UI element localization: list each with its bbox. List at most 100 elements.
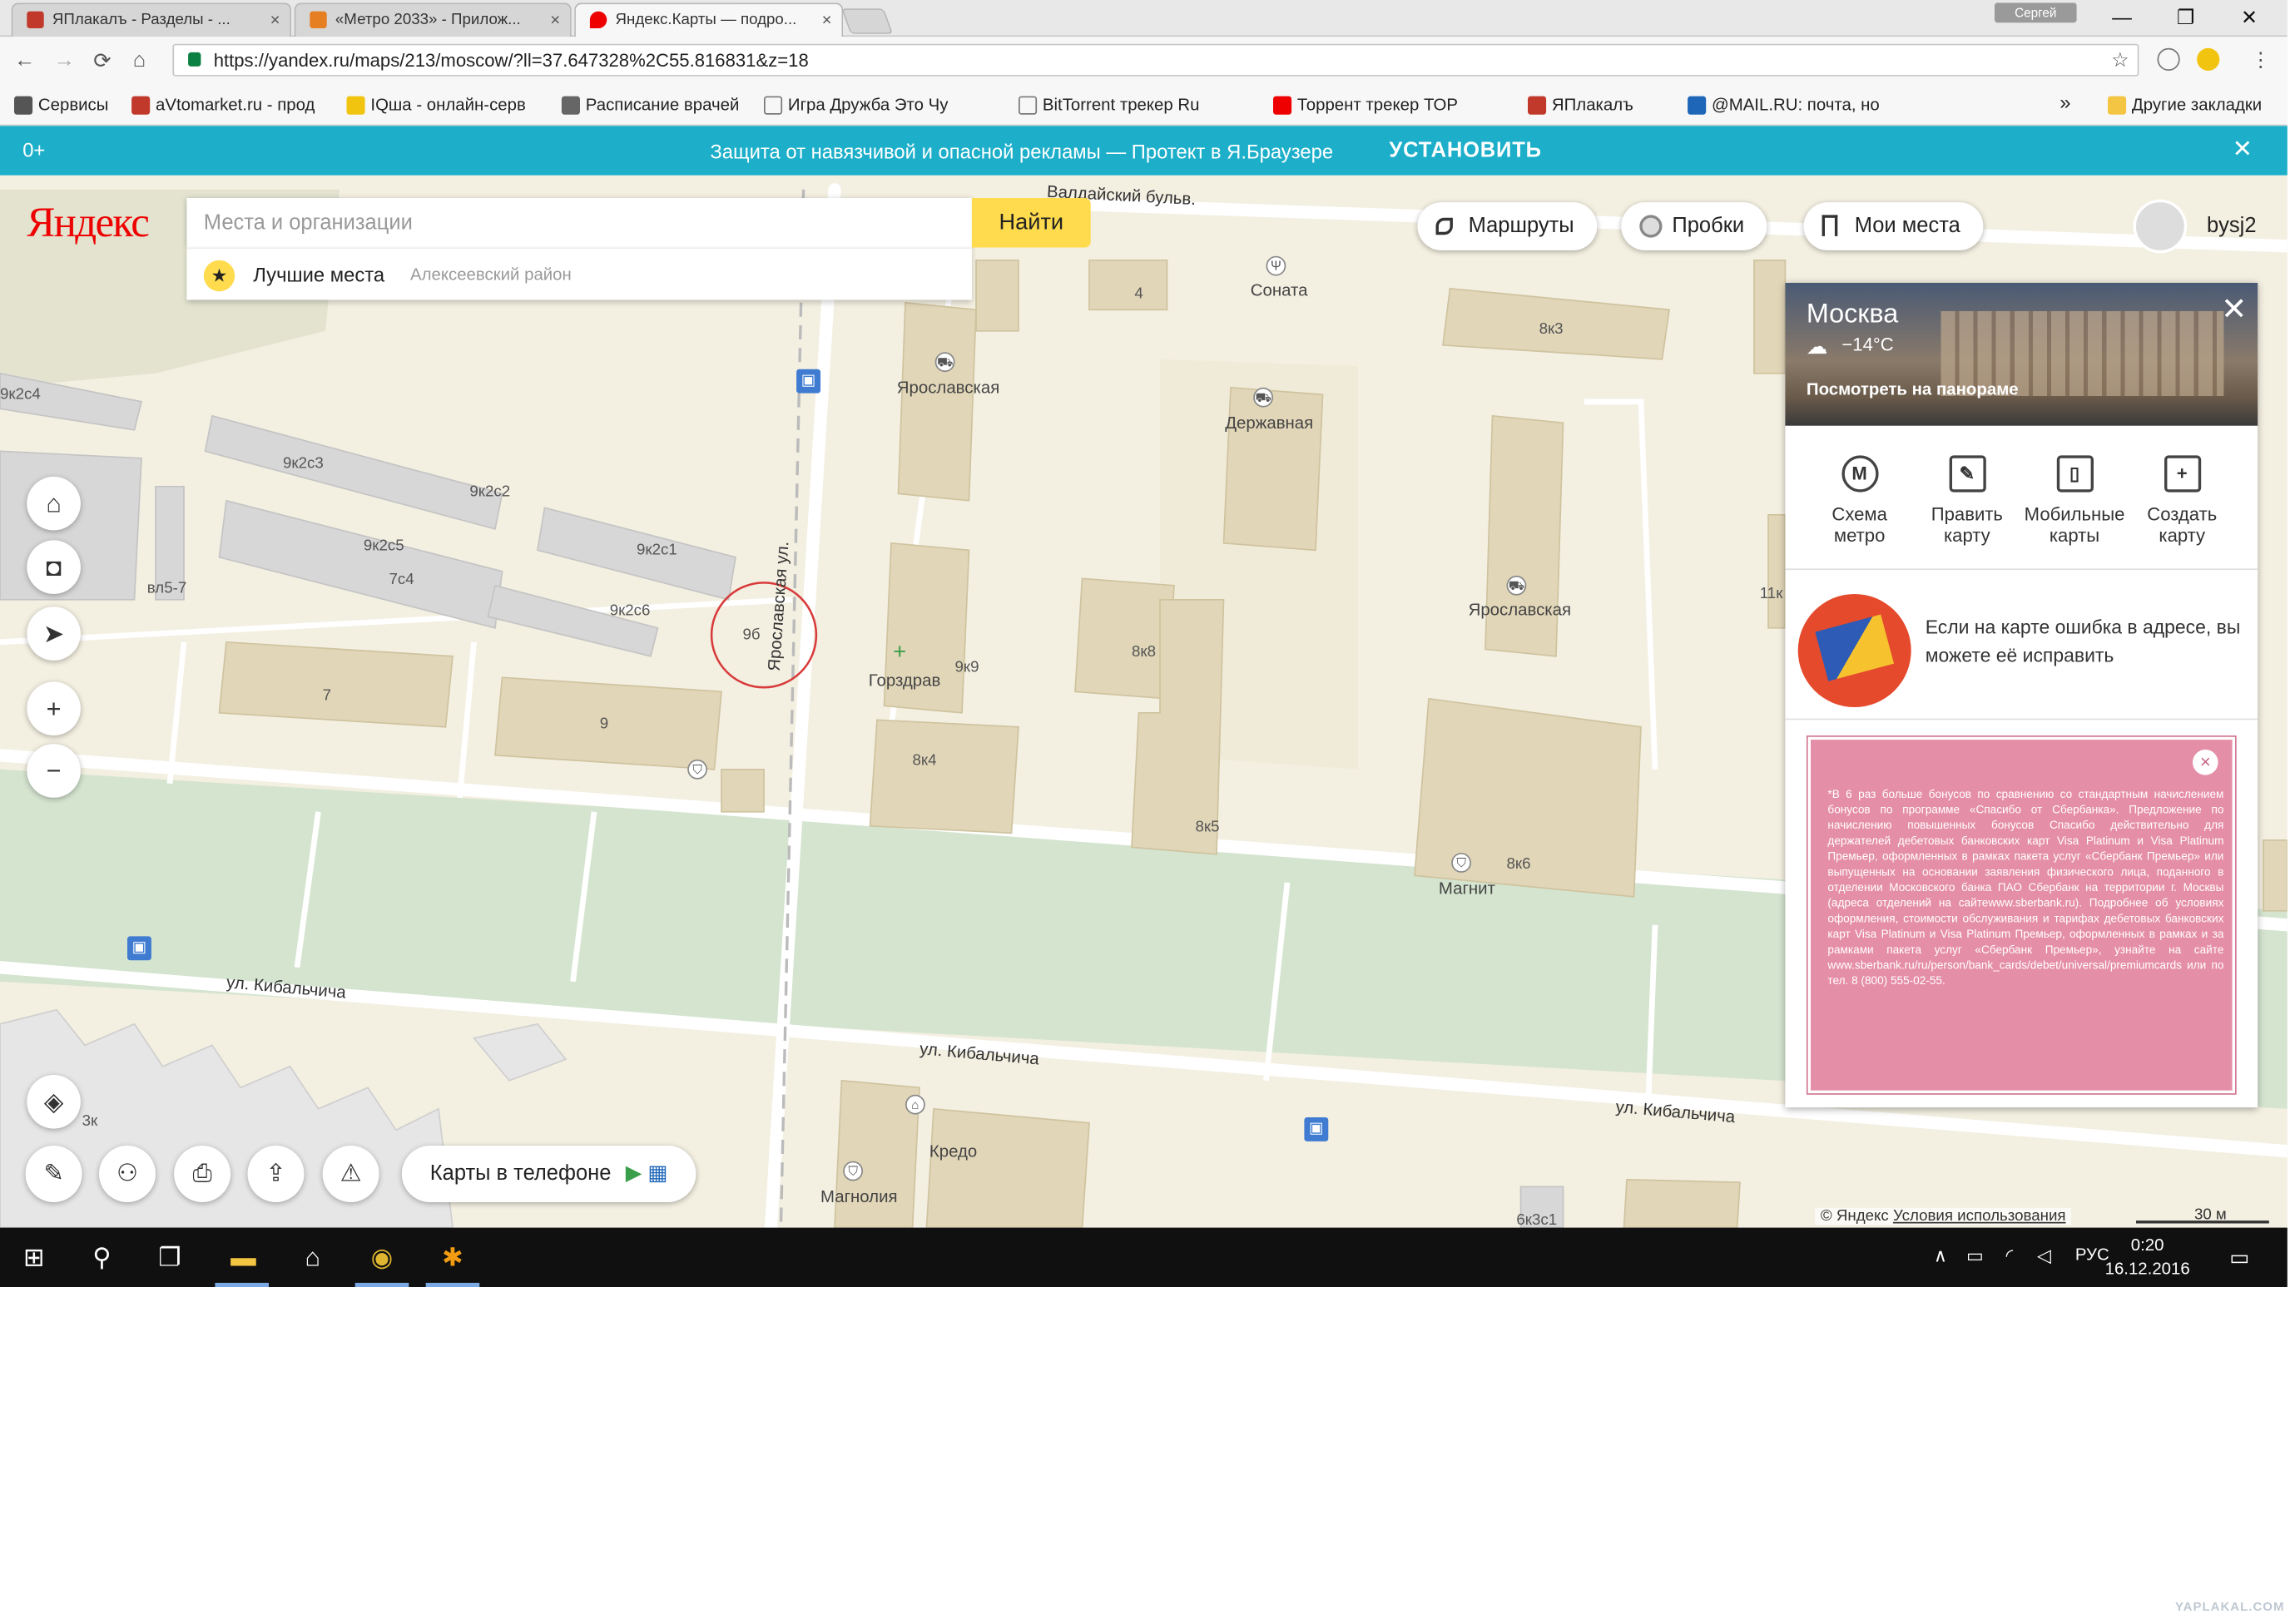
suggest-label: Лучшие места — [253, 263, 385, 286]
chrome-icon[interactable]: ◉ — [365, 1240, 399, 1275]
yandex-maps-favicon — [589, 11, 607, 28]
tab-yaplakal[interactable]: ЯПлакалъ - Разделы - ... × — [11, 2, 292, 37]
bookmark-item[interactable]: ЯПлакалъ — [1528, 95, 1633, 115]
forward-icon[interactable]: → — [54, 48, 76, 72]
avatar[interactable] — [2133, 199, 2188, 254]
menu-icon[interactable]: ⋮ — [2249, 48, 2272, 71]
tab-yandex-maps[interactable]: Яндекс.Карты — подро... × — [574, 2, 844, 37]
layers-icon[interactable]: ◈ — [27, 1075, 81, 1129]
install-button[interactable]: УСТАНОВИТЬ — [1389, 139, 1541, 163]
metro-map-button[interactable]: M Схема метро — [1807, 455, 1913, 546]
divider — [1785, 568, 2258, 571]
tray-expand-icon[interactable]: ∧ — [1934, 1245, 1947, 1267]
tab-metro-2033[interactable]: «Метро 2033» - Прилож... × — [294, 2, 572, 37]
clock[interactable]: 0:20 16.12.2016 — [2105, 1233, 2190, 1281]
panorama-link[interactable]: Посмотреть на панораме — [1807, 379, 2019, 399]
share-icon[interactable]: ⇪ — [247, 1146, 305, 1202]
bookmark-item[interactable]: @MAIL.RU: почта, но — [1688, 95, 1880, 115]
volume-icon[interactable]: ◁ — [2037, 1245, 2051, 1267]
fix-error-text[interactable]: Если на карте ошибка в адресе, вы можете… — [1926, 614, 2244, 671]
bus-stop-icon[interactable]: ▣ — [1304, 1117, 1329, 1141]
building — [2263, 839, 2288, 912]
print-icon[interactable]: ⎙ — [174, 1146, 231, 1202]
promo-text: Защита от навязчивой и опасной рекламы —… — [710, 140, 1334, 163]
mobile-maps-button[interactable]: ▯ Мобильные карты — [2021, 455, 2128, 546]
new-tab-button[interactable] — [841, 8, 894, 34]
shop-icon: ⛉ — [1451, 853, 1471, 873]
bookmark-item[interactable]: IQша - онлайн-серв — [346, 95, 526, 115]
bookmark-item[interactable]: Сервисы — [14, 95, 108, 115]
back-icon[interactable]: ← — [14, 48, 36, 72]
tab-close-icon[interactable]: × — [550, 4, 560, 35]
road — [457, 641, 477, 799]
minimize-button[interactable]: — — [2101, 2, 2144, 31]
mobile-app-button[interactable]: Карты в телефоне ▶ ▦ — [401, 1146, 696, 1202]
extension-icon[interactable] — [2157, 47, 2180, 71]
page-icon — [1019, 96, 1038, 115]
binoculars-icon[interactable]: ⚇ — [99, 1146, 156, 1202]
close-window-button[interactable]: ✕ — [2228, 2, 2271, 31]
search-input[interactable] — [203, 198, 954, 248]
other-bookmarks[interactable]: Другие закладки — [2108, 95, 2262, 115]
battery-icon[interactable]: ▭ — [1966, 1245, 1984, 1267]
close-icon[interactable]: × — [2193, 750, 2218, 775]
edit-map-button[interactable]: ✎ Править карту — [1914, 455, 2020, 546]
my-places-button[interactable]: Мои места — [1803, 202, 1984, 250]
zoom-out-button[interactable]: − — [27, 744, 81, 798]
home-icon[interactable]: ⌂ — [295, 1240, 330, 1275]
search-button[interactable]: Найти — [971, 198, 1091, 248]
terms-link[interactable]: Условия использования — [1893, 1208, 2066, 1225]
more-bookmarks-icon[interactable]: » — [2060, 91, 2070, 113]
iqsha-icon — [346, 96, 365, 115]
bookmark-item[interactable]: Расписание врачей — [561, 95, 739, 115]
map-editor-icon[interactable] — [1797, 594, 1911, 707]
user-name[interactable]: bysj2 — [2207, 214, 2257, 238]
task-view-icon[interactable]: ❐ — [153, 1240, 187, 1275]
bookmark-item[interactable]: Игра Дружба Это Чу — [764, 95, 948, 115]
age-rating: 0+ — [22, 138, 46, 161]
notifications-icon[interactable]: ▭ — [2229, 1245, 2249, 1270]
create-map-button[interactable]: + Создать карту — [2129, 455, 2236, 546]
avast-icon[interactable]: ✱ — [436, 1240, 470, 1275]
url-field[interactable]: https://yandex.ru/maps/213/moscow/?ll=37… — [172, 43, 2139, 77]
bookmark-star-icon[interactable]: ☆ — [2111, 45, 2129, 75]
briefcase-icon[interactable]: ◘ — [27, 540, 81, 594]
search-icon[interactable]: ⚲ — [85, 1240, 119, 1275]
wifi-icon[interactable]: ◜ — [2006, 1245, 2014, 1267]
bus-stop-icon[interactable]: ▣ — [127, 936, 151, 961]
reload-icon[interactable]: ⟳ — [93, 48, 111, 74]
routes-button[interactable]: Маршруты — [1417, 202, 1597, 250]
building — [869, 719, 1019, 834]
bookmark-item[interactable]: BitTorrent трекер Ru — [1019, 95, 1199, 115]
home-icon[interactable]: ⌂ — [133, 48, 146, 72]
close-icon[interactable]: ✕ — [2233, 136, 2253, 164]
bookmark-item[interactable]: aVtomarket.ru - прод — [131, 95, 315, 115]
poi-label: Ярославская — [896, 377, 1000, 398]
bus-stop-icon[interactable]: ▣ — [796, 369, 820, 394]
star-icon: ★ — [203, 260, 235, 292]
tab-close-icon[interactable]: × — [822, 4, 832, 35]
yandex-logo[interactable]: Яндекс — [27, 200, 150, 248]
locate-icon[interactable]: ➤ — [27, 607, 81, 661]
file-explorer-icon[interactable]: ▬ — [226, 1240, 260, 1275]
bank-icon: ⌂ — [905, 1094, 925, 1115]
ruler-icon[interactable]: ✎ — [25, 1146, 82, 1202]
city-panorama[interactable]: Москва ☁ −14°C Посмотреть на панораме ✕ — [1785, 283, 2258, 426]
windows-start-icon[interactable]: ⊞ — [17, 1240, 51, 1275]
map-canvas[interactable]: 9б 9к2с5 9к2с3 9к2с2 9к2с1 9к2с6 9к2с4 7… — [0, 175, 2288, 1228]
ad-text: *В 6 раз больше бонусов по сравнению со … — [1827, 787, 2224, 988]
advertisement[interactable]: × *В 6 раз больше бонусов по сравнению с… — [1806, 735, 2237, 1095]
poi-label: Горздрав — [868, 670, 941, 691]
tab-close-icon[interactable]: × — [270, 4, 280, 35]
bookmark-item[interactable]: Торрент трекер ТОР — [1273, 95, 1458, 115]
zoom-in-button[interactable]: + — [27, 681, 81, 735]
traffic-button[interactable]: Пробки — [1621, 202, 1767, 250]
suggest-item[interactable]: ★ Лучшие места Алексеевский район — [186, 247, 972, 300]
maximize-button[interactable]: ❐ — [2164, 2, 2207, 31]
extension-icon[interactable] — [2197, 47, 2220, 71]
home-control-icon[interactable]: ⌂ — [27, 476, 81, 531]
report-icon[interactable]: ⚠ — [322, 1146, 379, 1202]
profile-badge[interactable]: Сергей — [1995, 2, 2077, 23]
close-icon[interactable]: ✕ — [2221, 291, 2247, 328]
building — [1088, 259, 1168, 311]
